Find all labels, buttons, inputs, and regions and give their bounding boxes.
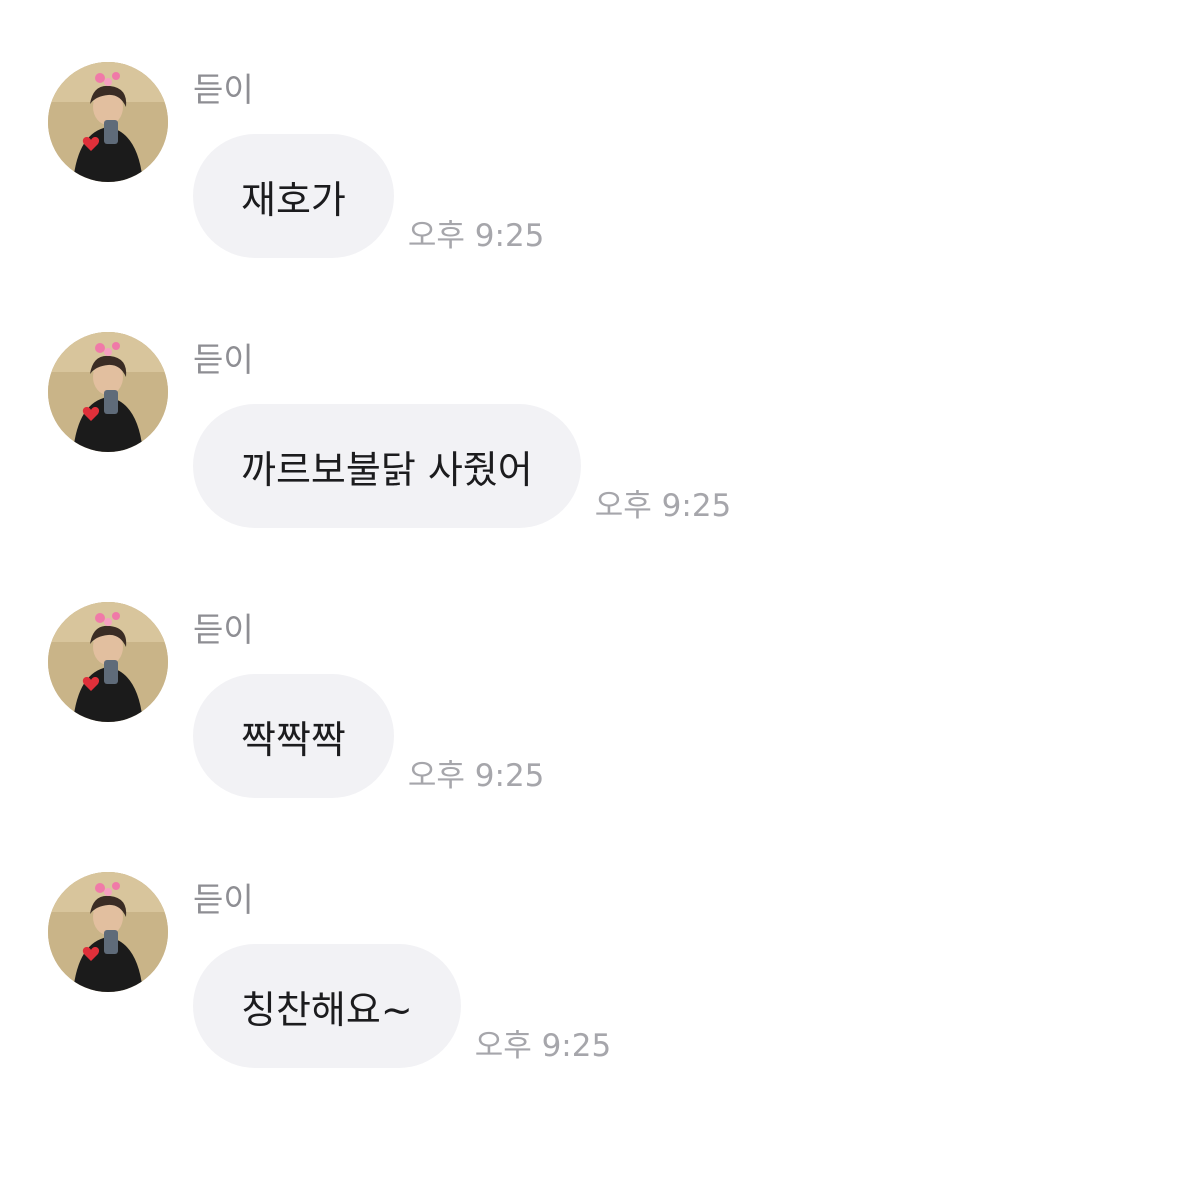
message-group: 듣이 칭찬해요~ 오후 9:25 (0, 872, 1179, 1072)
profile-avatar[interactable] (48, 872, 168, 992)
profile-photo-icon (48, 332, 168, 452)
message-row: 까르보불닭 사줬어 오후 9:25 (193, 404, 731, 528)
profile-photo-icon (48, 602, 168, 722)
message-group: 듣이 까르보불닭 사줬어 오후 9:25 (0, 332, 1179, 532)
message-bubble[interactable]: 칭찬해요~ (193, 944, 461, 1068)
profile-avatar[interactable] (48, 602, 168, 722)
message-row: 칭찬해요~ 오후 9:25 (193, 944, 611, 1068)
message-bubble[interactable]: 짝짝짝 (193, 674, 394, 798)
message-group: 듣이 재호가 오후 9:25 (0, 62, 1179, 262)
sender-name: 듣이 (193, 880, 254, 919)
sender-name: 듣이 (193, 340, 254, 379)
profile-avatar[interactable] (48, 332, 168, 452)
message-group: 듣이 짝짝짝 오후 9:25 (0, 602, 1179, 802)
profile-photo-icon (48, 62, 168, 182)
sender-name: 듣이 (193, 610, 254, 649)
chat-thread: 듣이 재호가 오후 9:25 듣이 까르보불닭 사줬어 오후 9:25 듣이 짝… (0, 0, 1179, 1191)
message-timestamp: 오후 9:25 (594, 488, 732, 524)
profile-avatar[interactable] (48, 62, 168, 182)
message-row: 재호가 오후 9:25 (193, 134, 544, 258)
message-timestamp: 오후 9:25 (407, 758, 545, 794)
message-row: 짝짝짝 오후 9:25 (193, 674, 544, 798)
message-timestamp: 오후 9:25 (407, 218, 545, 254)
sender-name: 듣이 (193, 70, 254, 109)
message-bubble[interactable]: 까르보불닭 사줬어 (193, 404, 581, 528)
message-timestamp: 오후 9:25 (474, 1028, 612, 1064)
profile-photo-icon (48, 872, 168, 992)
message-bubble[interactable]: 재호가 (193, 134, 394, 258)
